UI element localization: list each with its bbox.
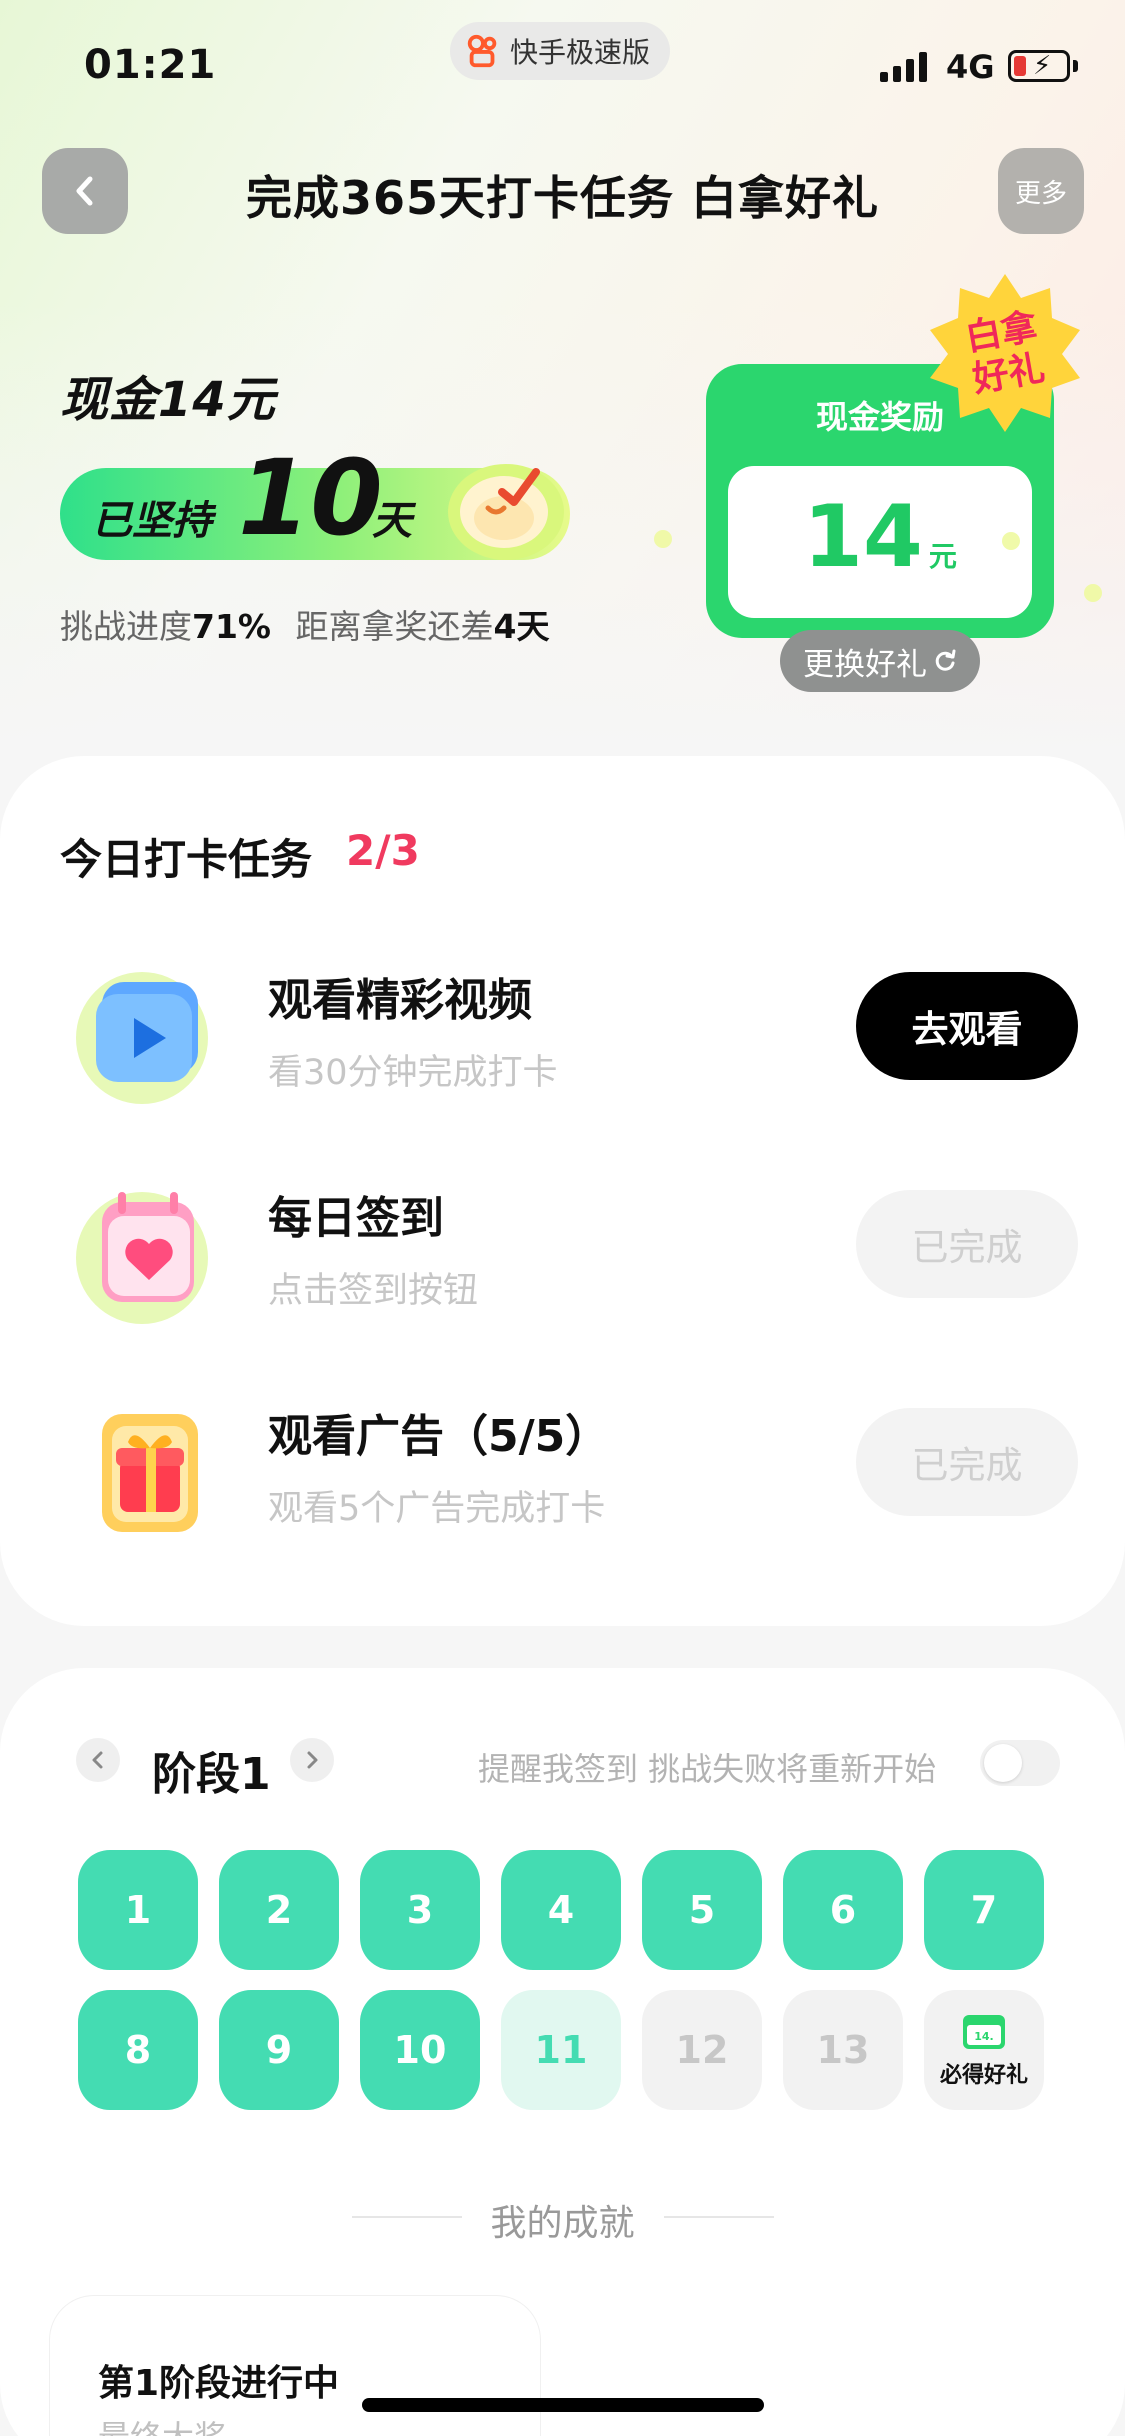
sparkle-dot	[1002, 532, 1020, 550]
remain-label: 距离拿奖还差	[295, 607, 494, 646]
app-source-pill[interactable]: 快手极速版	[450, 22, 671, 80]
challenge-progress: 挑战进度71% 距离拿奖还差4天	[60, 600, 549, 648]
video-play-icon	[76, 972, 208, 1104]
achievement-stage: 第1阶段进行中	[98, 2363, 340, 2404]
task-subtitle: 点击签到按钮	[268, 1271, 479, 1311]
home-indicator	[362, 2398, 764, 2412]
change-gift-button[interactable]: 更换好礼	[780, 630, 980, 692]
achievement-subtitle: 最终大奖	[98, 2412, 226, 2436]
task-subtitle: 看30分钟完成打卡	[268, 1053, 558, 1093]
task-title: 观看广告（5/5）	[268, 1411, 610, 1462]
progress-label: 挑战进度	[60, 607, 192, 646]
day-cell-6[interactable]: 6	[783, 1850, 903, 1970]
reward-amount-number: 14	[803, 487, 923, 587]
day-cell-11[interactable]: 11	[501, 1990, 621, 2110]
day-cell-9[interactable]: 9	[219, 1990, 339, 2110]
change-gift-label: 更换好礼	[803, 646, 927, 683]
sparkle-dot	[654, 530, 672, 548]
battery-tip	[1073, 60, 1078, 72]
stage-title: 阶段1	[152, 1749, 271, 1800]
status-time: 01:21	[84, 42, 217, 88]
cash-title: 现金14元	[60, 372, 276, 428]
day-cell-2[interactable]: 2	[219, 1850, 339, 1970]
mascot-icon	[448, 464, 564, 560]
toggle-knob	[984, 1744, 1022, 1782]
streak-prefix: 已坚持	[92, 498, 212, 544]
gift-day-label: 必得好礼	[939, 2063, 1028, 2088]
sparkle-dot	[1084, 584, 1102, 602]
progress-value: 71%	[192, 607, 271, 646]
gift-box-icon	[102, 1414, 198, 1532]
day-cell-13[interactable]: 13	[783, 1990, 903, 2110]
day-cell-7[interactable]: 7	[924, 1850, 1044, 1970]
prev-stage-button[interactable]	[76, 1738, 120, 1782]
network-label: 4G	[946, 48, 995, 86]
day-cell-4[interactable]: 4	[501, 1850, 621, 1970]
task-title: 每日签到	[268, 1193, 444, 1244]
go-watch-button[interactable]: 去观看	[856, 972, 1078, 1080]
divider-right	[664, 2216, 774, 2218]
kuaishou-logo-icon	[467, 34, 497, 68]
day-cell-10[interactable]: 10	[360, 1990, 480, 2110]
signal-icon	[880, 52, 927, 82]
next-stage-button[interactable]	[290, 1738, 334, 1782]
refresh-icon	[935, 649, 956, 671]
reward-amount: 14 元	[728, 494, 1032, 580]
task-count: 2/3	[346, 826, 420, 875]
task-title: 观看精彩视频	[268, 975, 532, 1026]
day-cell-12[interactable]: 12	[642, 1990, 762, 2110]
achievements-title: 我的成就	[490, 2203, 635, 2244]
task-heading: 今日打卡任务	[60, 835, 313, 884]
remain-value: 4天	[493, 607, 550, 646]
chevron-right-icon	[307, 1751, 318, 1769]
chevron-left-icon	[92, 1751, 103, 1769]
gift-day-cell[interactable]: 14. 必得好礼	[924, 1990, 1044, 2110]
task-subtitle: 观看5个广告完成打卡	[268, 1489, 606, 1529]
remind-toggle[interactable]	[980, 1740, 1060, 1786]
streak-days: 10	[238, 437, 383, 559]
page-title: 完成365天打卡任务 白拿好礼	[245, 171, 880, 225]
day-cell-1[interactable]: 1	[78, 1850, 198, 1970]
app-name: 快手极速版	[510, 36, 651, 69]
more-button[interactable]: 更多	[998, 148, 1084, 234]
remind-text: 提醒我签到 挑战失败将重新开始	[478, 1750, 937, 1788]
day-cell-3[interactable]: 3	[360, 1850, 480, 1970]
calendar-heart-icon	[76, 1192, 208, 1324]
completed-button[interactable]: 已完成	[856, 1408, 1078, 1516]
calendar-gift-icon: 14.	[963, 2015, 1005, 2049]
completed-button[interactable]: 已完成	[856, 1190, 1078, 1298]
battery-icon: ⚡	[1008, 50, 1070, 82]
svg-text:14.: 14.	[974, 2030, 994, 2043]
day-cell-8[interactable]: 8	[78, 1990, 198, 2110]
reward-amount-unit: 元	[928, 540, 957, 573]
streak-suffix: 天	[372, 498, 412, 544]
day-cell-5[interactable]: 5	[642, 1850, 762, 1970]
gift-badge-icon: 白拿 好礼	[930, 274, 1080, 432]
